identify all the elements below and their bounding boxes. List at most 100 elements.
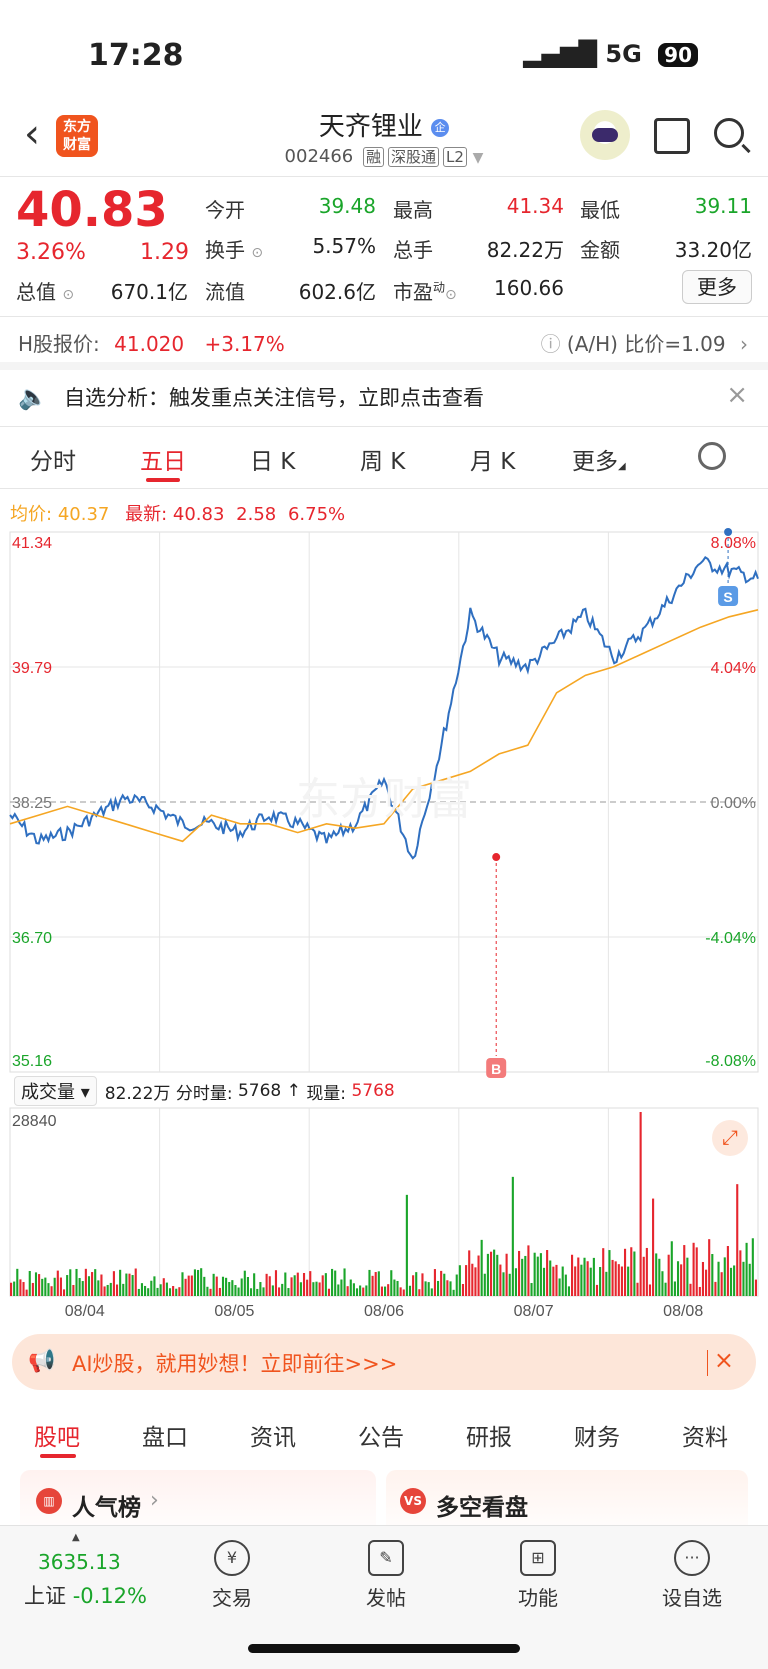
volume-bar <box>162 1278 165 1296</box>
volume-bar <box>695 1247 698 1296</box>
hshare-pct: +3.17% <box>204 332 285 356</box>
tab-research[interactable]: 研报 <box>466 1418 512 1452</box>
tab-daily-k[interactable]: 日 K <box>250 442 295 476</box>
ah-ratio[interactable]: ⓘ (A/H) 比价=1.09 › <box>541 328 748 357</box>
volume-bar <box>711 1254 714 1296</box>
nav-functions[interactable]: ⊞ 功能 <box>488 1540 588 1611</box>
gear-icon[interactable] <box>698 442 726 470</box>
volume-bar <box>13 1281 16 1296</box>
expand-icon[interactable]: ⤢ <box>712 1120 748 1156</box>
volume-bar <box>215 1276 218 1296</box>
yen-icon: ¥ <box>214 1540 250 1576</box>
assistant-robot-icon[interactable] <box>580 110 630 160</box>
volume-bar <box>611 1259 614 1296</box>
volume-bar <box>586 1261 589 1296</box>
sell-marker-label: S <box>723 589 732 605</box>
tab-financials[interactable]: 财务 <box>574 1418 620 1452</box>
nav-add-watchlist[interactable]: ··· 设自选 <box>642 1540 742 1611</box>
ai-ad-banner[interactable]: 📢 AI炒股，就用妙想！立即前往>>> × <box>12 1334 756 1390</box>
tab-monthly-k[interactable]: 月 K <box>470 442 515 476</box>
volume-bar <box>87 1276 91 1296</box>
x-tick-label: 08/07 <box>514 1303 554 1320</box>
x-tick-label: 08/04 <box>65 1303 105 1320</box>
index-value[interactable]: 3635.13 <box>38 1550 121 1574</box>
vs-icon: VS <box>400 1488 426 1514</box>
tag-margin: 融 <box>363 147 385 167</box>
volume-bar <box>729 1267 733 1296</box>
volume-bar <box>676 1261 680 1296</box>
volume-bar <box>115 1284 119 1296</box>
open-value: 39.48 <box>318 194 376 218</box>
volume-bar <box>592 1257 595 1296</box>
volume-bar <box>156 1287 159 1296</box>
turnover-label[interactable]: 换手 ⊙ <box>205 234 263 263</box>
volume-bar <box>399 1287 402 1296</box>
analysis-notice[interactable]: 🔈 自选分析：触发重点关注信号，立即点击查看 <box>18 382 484 412</box>
volume-bar <box>293 1275 296 1296</box>
volume-bar <box>62 1289 66 1296</box>
nav-post[interactable]: ✎ 发帖 <box>336 1540 436 1611</box>
tab-five-day[interactable]: 五日 <box>140 442 186 476</box>
info-icon[interactable]: ⊙ <box>445 287 457 303</box>
more-button[interactable]: 更多 <box>682 270 752 304</box>
volume-bar <box>705 1269 708 1296</box>
volume-bar <box>527 1245 530 1296</box>
volume-bar <box>486 1253 489 1296</box>
volume-bar <box>474 1267 477 1296</box>
nav-trade[interactable]: ¥ 交易 <box>182 1540 282 1611</box>
info-icon[interactable]: ⊙ <box>62 287 74 303</box>
volume-bar <box>599 1267 602 1296</box>
five-day-chart[interactable]: 41.34 8.08% 39.79 4.04% 38.25 0.00% 36.70 -4.04… <box>0 520 768 1320</box>
volume-bar <box>10 1282 13 1296</box>
volume-bar <box>514 1268 518 1296</box>
volume-bar <box>567 1286 570 1296</box>
index-name[interactable]: 上证 -0.12% <box>24 1580 147 1610</box>
tab-intraday[interactable]: 分时 <box>30 442 76 476</box>
volume-bar <box>19 1279 22 1296</box>
float-label: 流值 <box>205 280 245 304</box>
volume-bar <box>524 1255 527 1296</box>
mktcap-label[interactable]: 总值 ⊙ <box>16 276 74 305</box>
close-icon[interactable]: × <box>714 1346 734 1374</box>
volume-bar <box>184 1278 187 1296</box>
volume-bar <box>384 1286 387 1296</box>
volume-bar <box>128 1273 131 1296</box>
x-tick-label: 08/06 <box>364 1303 404 1320</box>
status-indicators: ▂▄▆█ 5G 90 <box>523 40 698 68</box>
tab-orderbook[interactable]: 盘口 <box>142 1418 188 1452</box>
volume-bar <box>349 1279 352 1296</box>
volume-bar <box>47 1283 50 1296</box>
volume-bar <box>542 1267 546 1296</box>
volume-bar <box>639 1112 642 1296</box>
volume-bar <box>673 1281 676 1296</box>
tab-profile[interactable]: 资料 <box>682 1418 728 1452</box>
volume-bar <box>334 1270 337 1296</box>
close-icon[interactable]: × <box>726 380 748 410</box>
info-icon[interactable]: ⊙ <box>251 245 263 261</box>
volume-bar <box>402 1289 405 1296</box>
share-icon[interactable] <box>654 118 690 154</box>
volume-bar <box>321 1275 324 1296</box>
edit-icon: ✎ <box>368 1540 404 1576</box>
volume-bar <box>365 1285 368 1296</box>
volume-bar <box>436 1280 440 1296</box>
volume-bar <box>539 1253 542 1296</box>
dropdown-icon[interactable]: ▼ <box>473 150 484 166</box>
search-icon[interactable] <box>714 118 744 148</box>
volume-max-label: 28840 <box>12 1113 57 1130</box>
volume-bar <box>41 1278 44 1296</box>
tab-news[interactable]: 资讯 <box>250 1418 296 1452</box>
volume-bar <box>281 1283 284 1296</box>
enterprise-badge-icon: 企 <box>431 118 450 137</box>
pe-label[interactable]: 市盈动⊙ <box>393 276 457 305</box>
volume-bar <box>209 1288 212 1296</box>
tab-announcements[interactable]: 公告 <box>358 1418 404 1452</box>
tab-more[interactable]: 更多◢ <box>572 442 626 476</box>
hshare-row[interactable]: H股报价: 41.020 +3.17% <box>18 328 285 357</box>
volume-bar <box>483 1273 486 1296</box>
volume-bar <box>59 1277 62 1296</box>
tab-weekly-k[interactable]: 周 K <box>360 442 405 476</box>
help-icon[interactable]: ⓘ <box>541 332 561 356</box>
volume-select[interactable]: 成交量 ▾ <box>14 1076 97 1106</box>
tab-forum[interactable]: 股吧 <box>34 1418 80 1452</box>
